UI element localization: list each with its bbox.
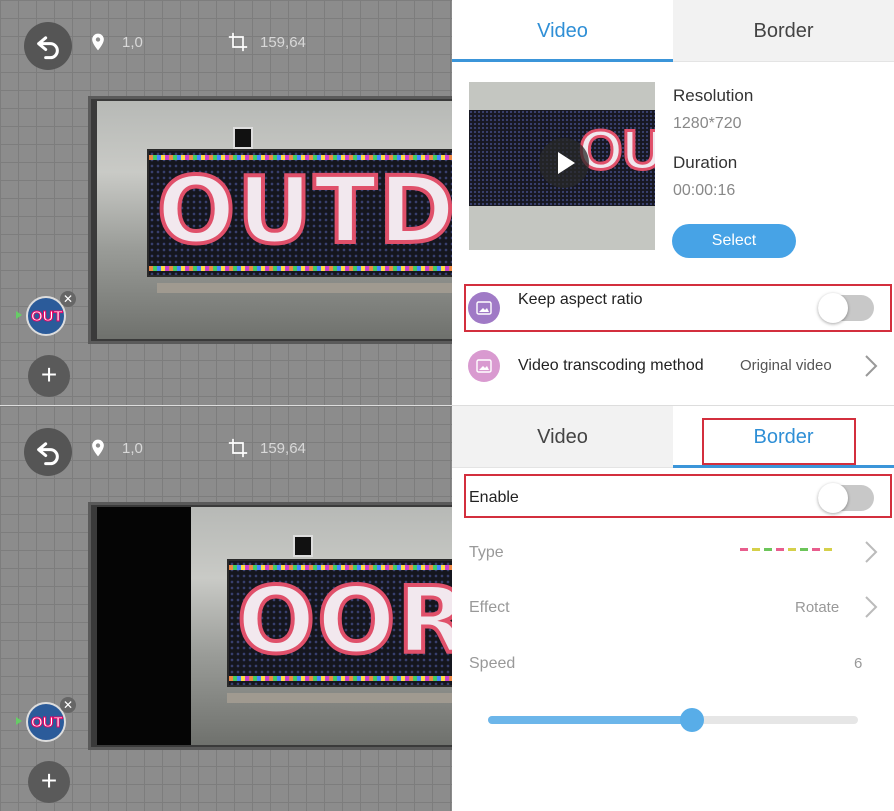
speed-value: 6	[854, 655, 863, 672]
effect-value: Rotate	[795, 599, 840, 616]
transcoding-label: Video transcoding method	[518, 357, 704, 374]
led-strip	[149, 266, 452, 271]
resolution-label: Resolution	[673, 86, 754, 105]
chevron-right-icon	[865, 541, 878, 563]
border-type-preview	[740, 548, 836, 551]
add-button[interactable]: +	[28, 761, 70, 803]
position-readout: 1,0	[88, 32, 143, 52]
top-panel: 1,0 159,64 OUTD OUT ✕ + Video Border OU …	[0, 0, 894, 405]
resolution-value: 1280*720	[673, 115, 742, 132]
board-handle	[233, 127, 253, 149]
remove-thumbnail-button[interactable]: ✕	[60, 697, 76, 713]
speed-slider-fill	[488, 716, 692, 724]
tab-video[interactable]: Video	[452, 0, 673, 62]
settings-panel: Video Border OU Resolution 1280*720 Dura…	[452, 0, 894, 405]
led-sign-text: OUTD	[155, 157, 452, 264]
tab-border[interactable]: Border	[673, 0, 894, 62]
speed-slider-thumb[interactable]	[680, 708, 704, 732]
transcoding-row[interactable]: Video transcoding method Original video	[452, 344, 894, 388]
led-strip	[229, 676, 452, 681]
size-value: 159,64	[260, 33, 306, 51]
add-button[interactable]: +	[28, 355, 70, 397]
effect-row[interactable]: Effect Rotate	[452, 587, 894, 627]
position-value: 1,0	[122, 33, 143, 51]
select-button[interactable]: Select	[672, 224, 796, 258]
selected-marker	[16, 717, 22, 725]
undo-icon	[37, 36, 59, 60]
sign-stand	[157, 283, 452, 293]
type-row[interactable]: Type	[452, 532, 894, 572]
duration-value: 00:00:16	[673, 182, 736, 199]
tab-indicator	[673, 465, 894, 468]
play-icon[interactable]	[539, 138, 589, 188]
remove-thumbnail-button[interactable]: ✕	[60, 291, 76, 307]
size-value: 159,64	[260, 439, 306, 457]
settings-panel: Video Border Enable Type Effect Rotate S…	[452, 406, 894, 811]
position-value: 1,0	[122, 439, 143, 457]
thumbnail-led-text: OU	[578, 118, 656, 181]
video-preview-frame[interactable]: OUTD	[88, 96, 452, 344]
video-preview-frame[interactable]: OOR	[88, 502, 452, 750]
crop-icon	[228, 438, 248, 458]
tab-indicator	[452, 59, 673, 62]
size-readout: 159,64	[228, 32, 306, 52]
bottom-panel: 1,0 159,64 OOR OUT ✕ + Video Border Enab…	[0, 406, 894, 811]
video-preview-image: OUTD	[97, 101, 452, 339]
black-border-area	[97, 507, 191, 745]
thumbnail-text: OUT	[31, 714, 64, 732]
undo-icon	[37, 442, 59, 466]
selected-marker	[16, 311, 22, 319]
size-readout: 159,64	[228, 438, 306, 458]
tab-video[interactable]: Video	[452, 406, 673, 468]
crop-icon	[228, 32, 248, 52]
led-sign-text: OOR	[235, 567, 452, 674]
location-pin-icon	[92, 33, 104, 51]
sign-stand	[227, 693, 452, 703]
editor-canvas[interactable]: 1,0 159,64 OOR OUT ✕ +	[0, 406, 452, 811]
thumbnail-text: OUT	[31, 308, 64, 326]
transcoding-value: Original video	[740, 357, 832, 374]
type-label: Type	[469, 544, 504, 561]
speed-label: Speed	[469, 655, 516, 672]
chevron-right-icon	[865, 355, 878, 377]
chevron-right-icon	[865, 596, 878, 618]
led-sign-image: OUTD	[147, 149, 452, 277]
position-readout: 1,0	[88, 438, 143, 458]
location-pin-icon	[92, 439, 104, 457]
undo-button[interactable]	[24, 428, 72, 476]
duration-label: Duration	[673, 153, 738, 172]
board-handle	[293, 535, 313, 557]
border-tab-highlight	[702, 418, 856, 465]
speed-row: Speed 6	[452, 642, 894, 682]
speed-slider[interactable]	[488, 708, 858, 732]
keep-aspect-highlight	[464, 284, 892, 332]
effect-label: Effect	[469, 599, 510, 616]
image-icon	[468, 350, 500, 382]
led-sign-image: OOR	[227, 559, 452, 687]
video-thumbnail[interactable]: OU	[469, 82, 655, 250]
undo-button[interactable]	[24, 22, 72, 70]
tab-bar: Video Border	[452, 0, 894, 62]
editor-canvas[interactable]: 1,0 159,64 OUTD OUT ✕ +	[0, 0, 452, 405]
enable-highlight	[464, 474, 892, 518]
